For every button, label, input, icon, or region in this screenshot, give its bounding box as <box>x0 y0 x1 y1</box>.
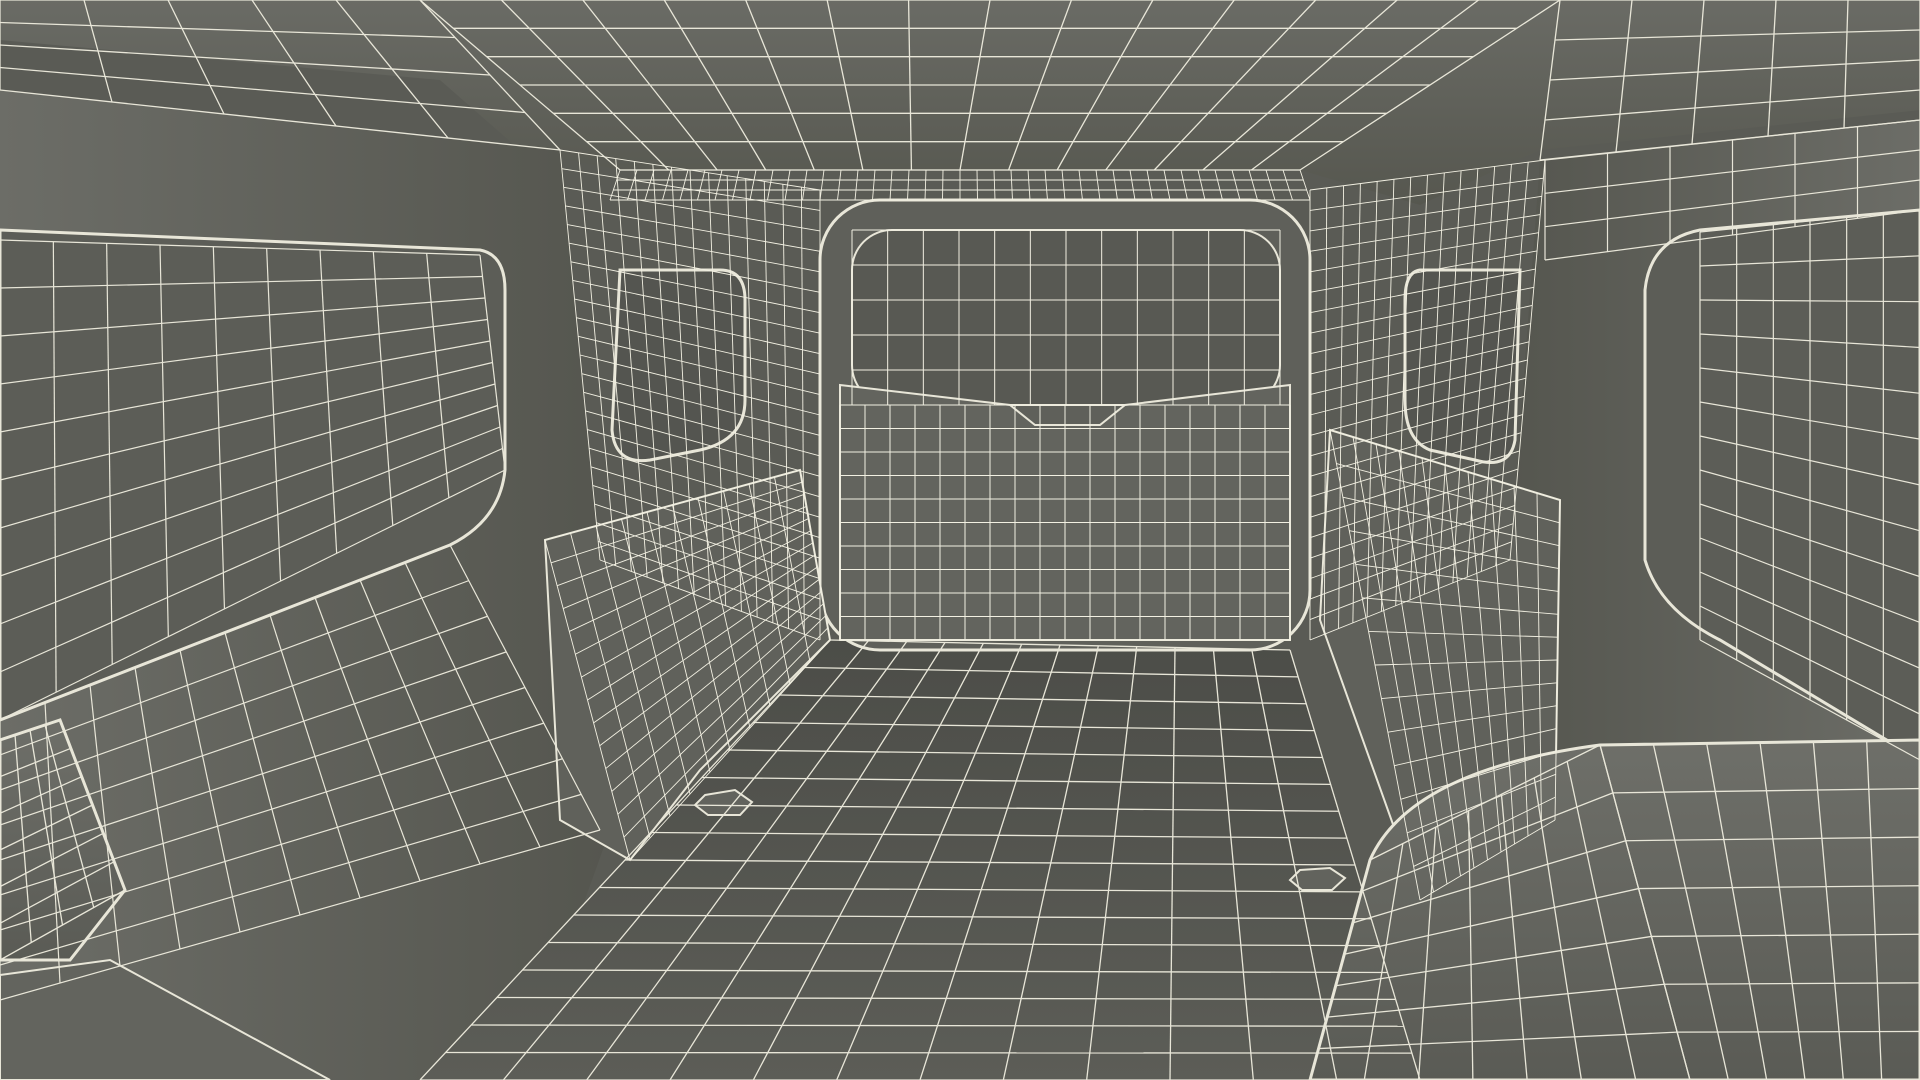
wire-edge <box>976 169 978 201</box>
wire-edge <box>445 1051 1412 1054</box>
wire-edge <box>1677 1030 1920 1033</box>
wire-edge <box>942 169 944 201</box>
wireframe-render-viewport <box>0 0 1920 1080</box>
van-interior-wireframe <box>0 0 1920 1080</box>
